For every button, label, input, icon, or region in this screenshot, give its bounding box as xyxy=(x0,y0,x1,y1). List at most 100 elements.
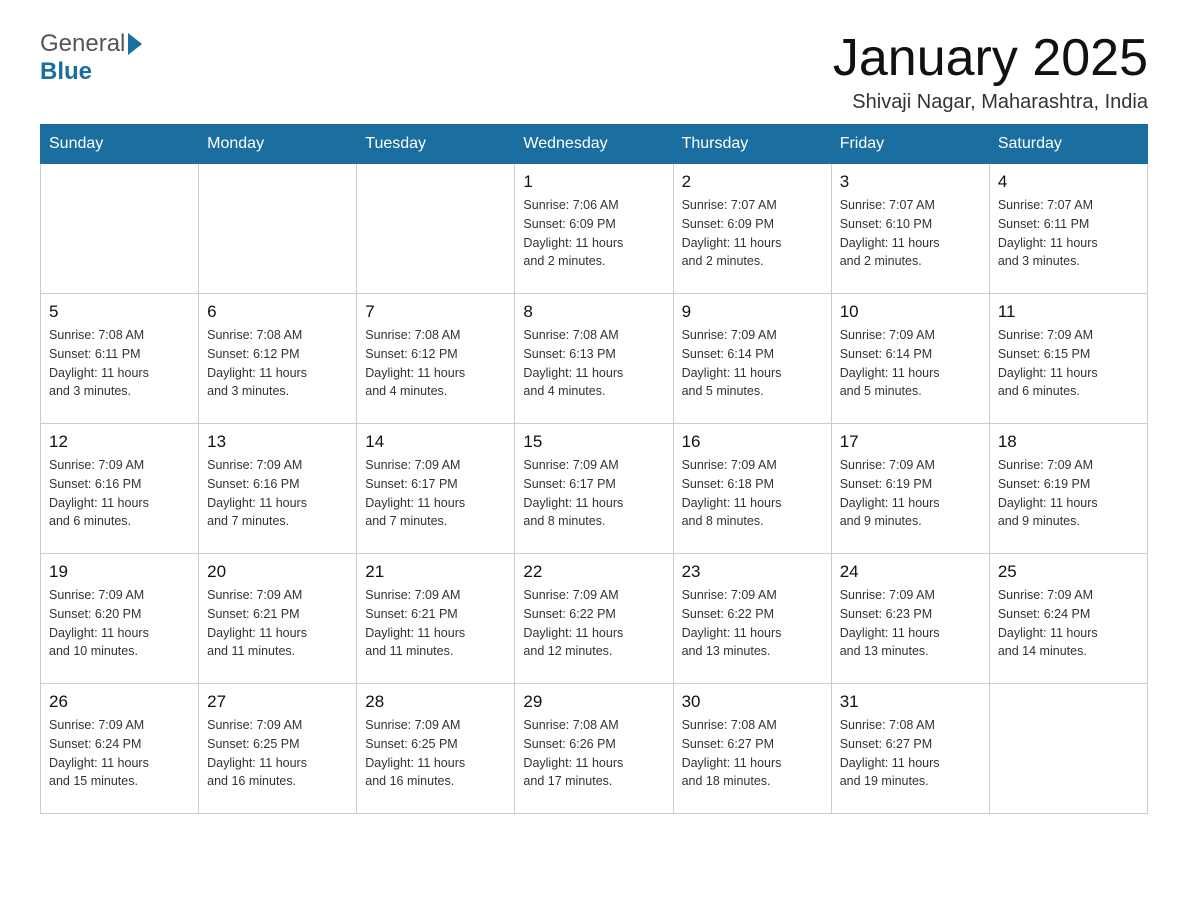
day-info: Sunrise: 7:08 AM Sunset: 6:12 PM Dayligh… xyxy=(207,326,348,401)
calendar-cell: 23Sunrise: 7:09 AM Sunset: 6:22 PM Dayli… xyxy=(673,554,831,684)
title-area: January 2025 Shivaji Nagar, Maharashtra,… xyxy=(833,30,1148,114)
day-number: 31 xyxy=(840,692,981,712)
calendar-cell: 22 Sunrise: 7:09 AM Sunset: 6:22 PM Dayli… xyxy=(515,554,673,684)
day-number: 20 xyxy=(207,562,348,582)
calendar-cell: 27 Sunrise: 7:09 AM Sunset: 6:25 PM Dayli… xyxy=(199,684,357,814)
day-number: 4 xyxy=(998,172,1139,192)
day-info: Sunrise: 7:09 AM Sunset: 6:24 PM Dayligh… xyxy=(49,716,190,791)
day-number: 25 xyxy=(998,562,1139,582)
column-header-friday: Friday xyxy=(831,125,989,164)
day-number: 10 xyxy=(840,302,981,322)
column-header-tuesday: Tuesday xyxy=(357,125,515,164)
day-number: 21 xyxy=(365,562,506,582)
page-header: General Blue January 2025 Shivaji Nagar,… xyxy=(40,30,1148,114)
day-info: Sunrise: 7:09 AM Sunset: 6:19 PM Dayligh… xyxy=(998,456,1139,531)
logo-triangle-icon xyxy=(128,33,142,55)
day-info: Sunrise: 7:09 AM Sunset: 6:25 PM Dayligh… xyxy=(207,716,348,791)
calendar-cell: 10 Sunrise: 7:09 AM Sunset: 6:14 PM Dayli… xyxy=(831,294,989,424)
day-info: Sunrise: 7:09 AM Sunset: 6:24 PM Dayligh… xyxy=(998,586,1139,661)
day-number: 15 xyxy=(523,432,664,452)
calendar-cell: 9 Sunrise: 7:09 AM Sunset: 6:14 PM Daylig… xyxy=(673,294,831,424)
day-number: 9 xyxy=(682,302,823,322)
day-info: Sunrise: 7:07 AM Sunset: 6:09 PM Dayligh… xyxy=(682,196,823,271)
day-number: 7 xyxy=(365,302,506,322)
calendar-cell: 8 Sunrise: 7:08 AM Sunset: 6:13 PM Daylig… xyxy=(515,294,673,424)
day-number: 5 xyxy=(49,302,190,322)
calendar-cell: 19Sunrise: 7:09 AM Sunset: 6:20 PM Dayli… xyxy=(41,554,199,684)
column-header-saturday: Saturday xyxy=(989,125,1147,164)
calendar-cell: 14 Sunrise: 7:09 AM Sunset: 6:17 PM Dayli… xyxy=(357,424,515,554)
calendar-cell: 7 Sunrise: 7:08 AM Sunset: 6:12 PM Daylig… xyxy=(357,294,515,424)
day-info: Sunrise: 7:09 AM Sunset: 6:23 PM Dayligh… xyxy=(840,586,981,661)
day-number: 28 xyxy=(365,692,506,712)
day-info: Sunrise: 7:09 AM Sunset: 6:21 PM Dayligh… xyxy=(365,586,506,661)
day-number: 3 xyxy=(840,172,981,192)
calendar-cell: 20 Sunrise: 7:09 AM Sunset: 6:21 PM Dayli… xyxy=(199,554,357,684)
day-info: Sunrise: 7:09 AM Sunset: 6:14 PM Dayligh… xyxy=(840,326,981,401)
calendar-cell: 26 Sunrise: 7:09 AM Sunset: 6:24 PM Dayli… xyxy=(41,684,199,814)
calendar-cell: 1Sunrise: 7:06 AM Sunset: 6:09 PM Daylig… xyxy=(515,164,673,294)
calendar-cell: 25 Sunrise: 7:09 AM Sunset: 6:24 PM Dayli… xyxy=(989,554,1147,684)
calendar-cell xyxy=(199,164,357,294)
day-number: 8 xyxy=(523,302,664,322)
calendar-cell: 12 Sunrise: 7:09 AM Sunset: 6:16 PM Dayli… xyxy=(41,424,199,554)
day-info: Sunrise: 7:09 AM Sunset: 6:22 PM Dayligh… xyxy=(523,586,664,661)
day-number: 16 xyxy=(682,432,823,452)
day-number: 22 xyxy=(523,562,664,582)
day-info: Sunrise: 7:08 AM Sunset: 6:27 PM Dayligh… xyxy=(682,716,823,791)
day-info: Sunrise: 7:09 AM Sunset: 6:16 PM Dayligh… xyxy=(49,456,190,531)
day-info: Sunrise: 7:08 AM Sunset: 6:11 PM Dayligh… xyxy=(49,326,190,401)
calendar-cell: 15Sunrise: 7:09 AM Sunset: 6:17 PM Dayli… xyxy=(515,424,673,554)
logo: General Blue xyxy=(40,30,142,86)
day-info: Sunrise: 7:09 AM Sunset: 6:17 PM Dayligh… xyxy=(365,456,506,531)
month-title: January 2025 xyxy=(833,30,1148,87)
day-info: Sunrise: 7:08 AM Sunset: 6:13 PM Dayligh… xyxy=(523,326,664,401)
calendar-cell: 13 Sunrise: 7:09 AM Sunset: 6:16 PM Dayli… xyxy=(199,424,357,554)
calendar-week-row: 12 Sunrise: 7:09 AM Sunset: 6:16 PM Dayli… xyxy=(41,424,1148,554)
column-header-wednesday: Wednesday xyxy=(515,125,673,164)
day-info: Sunrise: 7:09 AM Sunset: 6:18 PM Dayligh… xyxy=(682,456,823,531)
day-info: Sunrise: 7:07 AM Sunset: 6:11 PM Dayligh… xyxy=(998,196,1139,271)
day-number: 14 xyxy=(365,432,506,452)
calendar-table: SundayMondayTuesdayWednesdayThursdayFrid… xyxy=(40,124,1148,814)
day-info: Sunrise: 7:08 AM Sunset: 6:12 PM Dayligh… xyxy=(365,326,506,401)
day-number: 13 xyxy=(207,432,348,452)
calendar-cell: 18Sunrise: 7:09 AM Sunset: 6:19 PM Dayli… xyxy=(989,424,1147,554)
day-number: 17 xyxy=(840,432,981,452)
logo-blue-text: Blue xyxy=(40,58,92,85)
day-info: Sunrise: 7:09 AM Sunset: 6:22 PM Dayligh… xyxy=(682,586,823,661)
calendar-cell xyxy=(989,684,1147,814)
day-number: 27 xyxy=(207,692,348,712)
calendar-cell: 28Sunrise: 7:09 AM Sunset: 6:25 PM Dayli… xyxy=(357,684,515,814)
day-info: Sunrise: 7:09 AM Sunset: 6:16 PM Dayligh… xyxy=(207,456,348,531)
column-header-thursday: Thursday xyxy=(673,125,831,164)
calendar-cell xyxy=(41,164,199,294)
calendar-cell: 5 Sunrise: 7:08 AM Sunset: 6:11 PM Daylig… xyxy=(41,294,199,424)
day-number: 26 xyxy=(49,692,190,712)
calendar-cell: 31Sunrise: 7:08 AM Sunset: 6:27 PM Dayli… xyxy=(831,684,989,814)
day-info: Sunrise: 7:09 AM Sunset: 6:19 PM Dayligh… xyxy=(840,456,981,531)
calendar-cell: 6 Sunrise: 7:08 AM Sunset: 6:12 PM Daylig… xyxy=(199,294,357,424)
calendar-cell: 17 Sunrise: 7:09 AM Sunset: 6:19 PM Dayli… xyxy=(831,424,989,554)
calendar-cell: 24 Sunrise: 7:09 AM Sunset: 6:23 PM Dayli… xyxy=(831,554,989,684)
day-number: 12 xyxy=(49,432,190,452)
calendar-cell: 30 Sunrise: 7:08 AM Sunset: 6:27 PM Dayli… xyxy=(673,684,831,814)
day-info: Sunrise: 7:07 AM Sunset: 6:10 PM Dayligh… xyxy=(840,196,981,271)
location-text: Shivaji Nagar, Maharashtra, India xyxy=(833,91,1148,114)
day-number: 30 xyxy=(682,692,823,712)
calendar-week-row: 26 Sunrise: 7:09 AM Sunset: 6:24 PM Dayli… xyxy=(41,684,1148,814)
calendar-week-row: 19Sunrise: 7:09 AM Sunset: 6:20 PM Dayli… xyxy=(41,554,1148,684)
calendar-cell: 29Sunrise: 7:08 AM Sunset: 6:26 PM Dayli… xyxy=(515,684,673,814)
day-number: 6 xyxy=(207,302,348,322)
day-info: Sunrise: 7:09 AM Sunset: 6:14 PM Dayligh… xyxy=(682,326,823,401)
day-number: 11 xyxy=(998,302,1139,322)
day-info: Sunrise: 7:09 AM Sunset: 6:21 PM Dayligh… xyxy=(207,586,348,661)
calendar-cell xyxy=(357,164,515,294)
calendar-header-row: SundayMondayTuesdayWednesdayThursdayFrid… xyxy=(41,125,1148,164)
day-info: Sunrise: 7:06 AM Sunset: 6:09 PM Dayligh… xyxy=(523,196,664,271)
logo-general-text: General xyxy=(40,30,125,58)
calendar-cell: 4 Sunrise: 7:07 AM Sunset: 6:11 PM Daylig… xyxy=(989,164,1147,294)
day-number: 24 xyxy=(840,562,981,582)
calendar-week-row: 1Sunrise: 7:06 AM Sunset: 6:09 PM Daylig… xyxy=(41,164,1148,294)
calendar-week-row: 5 Sunrise: 7:08 AM Sunset: 6:11 PM Daylig… xyxy=(41,294,1148,424)
